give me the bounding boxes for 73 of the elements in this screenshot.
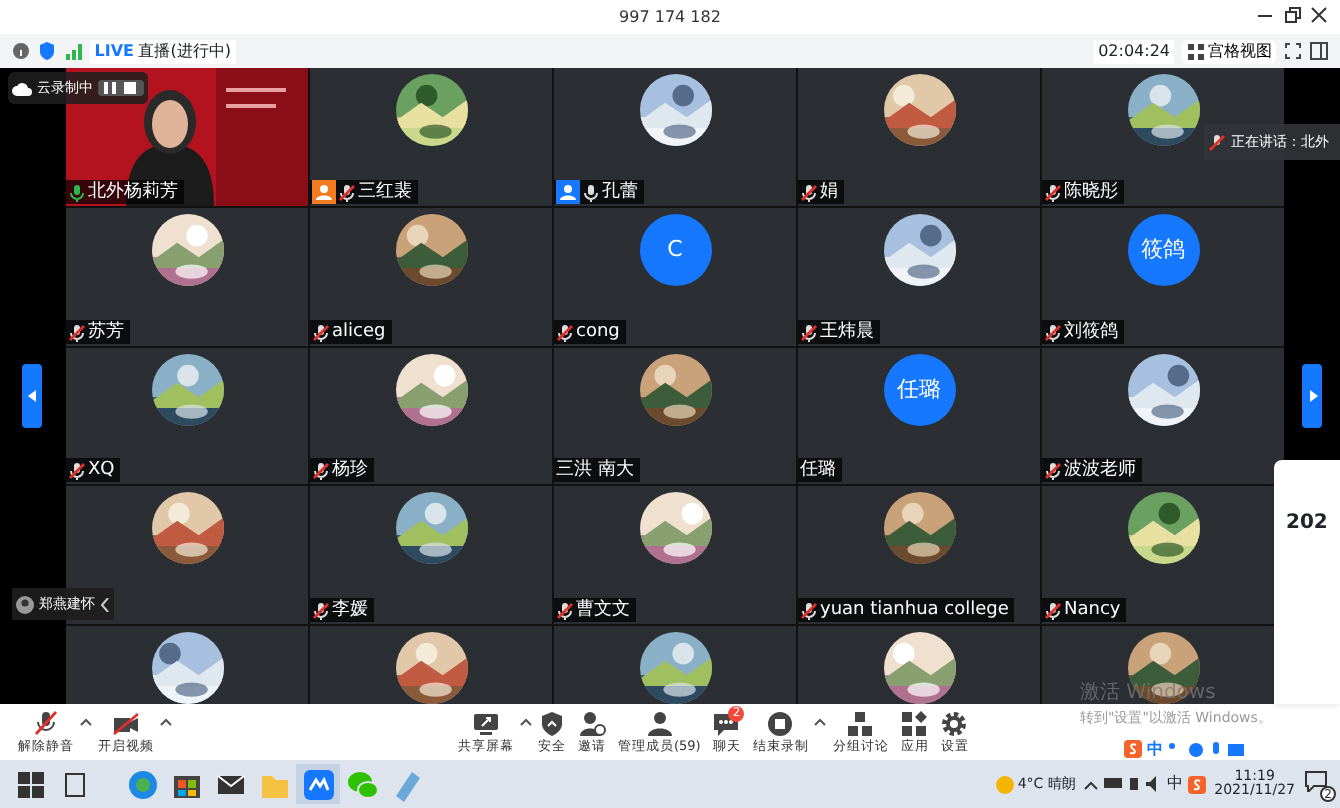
chevron-up-icon[interactable]: [1084, 779, 1099, 789]
emoji-icon[interactable]: [1187, 741, 1204, 757]
restore-icon[interactable]: [1283, 6, 1301, 24]
expand-button[interactable]: [99, 597, 110, 611]
participant-name: 陈晓彤: [1064, 180, 1118, 204]
caret-icon[interactable]: [520, 718, 532, 726]
chevron-left-icon: [99, 597, 110, 611]
mic-icon[interactable]: [1208, 741, 1224, 757]
participant-name: 苏芳: [88, 320, 124, 344]
sogou-icon[interactable]: [1124, 740, 1142, 758]
ime-indicator[interactable]: 中: [1166, 772, 1183, 796]
caret-icon[interactable]: [160, 718, 172, 726]
shield-icon[interactable]: [38, 42, 56, 60]
cloud-icon: [12, 80, 33, 96]
record-stop-icon: [766, 710, 795, 738]
chevron-right-icon: [1307, 390, 1317, 402]
mic-muted-icon: [1208, 133, 1227, 151]
participant-name: 王炜晨: [820, 320, 874, 344]
pause-icon[interactable]: [102, 80, 118, 96]
meeting-app-icon[interactable]: [299, 765, 337, 803]
window-title: 997 174 182: [619, 5, 721, 29]
caret-icon[interactable]: [80, 718, 92, 726]
caret-icon[interactable]: [814, 718, 827, 726]
participant-name: yuan tianhua college: [820, 598, 1009, 622]
participant-name: aliceg: [332, 320, 386, 344]
meeting-timer: 02:04:24: [1093, 39, 1175, 63]
participant-name: 曹文文: [576, 598, 630, 622]
next-page-button[interactable]: [1302, 364, 1322, 428]
avatar-initials: C: [639, 214, 711, 286]
breakout-rooms-icon: [846, 710, 875, 738]
avatar-initials: 任璐: [883, 354, 955, 426]
sogou-icon[interactable]: [1187, 775, 1206, 793]
info-icon[interactable]: [12, 42, 30, 60]
live-label: LIVE: [94, 39, 134, 63]
participant-name: cong: [576, 320, 620, 344]
signal-icon: [64, 42, 82, 60]
people-icon: [645, 710, 674, 738]
live-status-text: 直播(进行中): [138, 39, 231, 63]
side-panel-icon[interactable]: [1310, 42, 1328, 60]
close-icon[interactable]: [1310, 6, 1328, 24]
avatar-icon: [16, 595, 35, 613]
participant-name: 三洪 南大: [556, 458, 634, 482]
ime-mode[interactable]: 中: [1146, 737, 1163, 761]
keyboard-icon[interactable]: [1228, 741, 1245, 757]
previous-page-button[interactable]: [22, 364, 42, 428]
dialog-title: 202: [1286, 510, 1330, 538]
participant-name: Nancy: [1064, 598, 1121, 622]
participant-name: 孔蕾: [602, 180, 638, 204]
participant-name: XQ: [88, 458, 115, 482]
participant-name: 娟: [820, 180, 838, 204]
apps-icon: [900, 710, 929, 738]
participant-name: 刘筱鸽: [1064, 320, 1118, 344]
participant-name: 北外杨莉芳: [88, 180, 178, 204]
chevron-left-icon: [27, 390, 37, 402]
screen-share-icon: [472, 710, 500, 738]
camera-muted-icon: [112, 710, 140, 738]
activation-watermark: 激活 Windows: [1080, 680, 1216, 708]
person-add-icon: [578, 710, 606, 738]
notification-icon: [1304, 770, 1328, 793]
view-button[interactable]: 宫格视图: [1182, 39, 1276, 63]
participant-name: 三红裴: [358, 180, 412, 204]
avatar-initials: 筱鸽: [1127, 214, 1199, 286]
shield-icon: [538, 710, 566, 738]
settings-icon: [940, 710, 969, 738]
participant-name: 杨珍: [332, 458, 368, 482]
stop-icon[interactable]: [122, 80, 139, 96]
participant-name: 任璐: [800, 458, 836, 482]
fullscreen-icon[interactable]: [1284, 42, 1302, 60]
device-icon[interactable]: [1103, 777, 1122, 791]
mic-muted-icon: [32, 710, 60, 738]
participant-name: 波波老师: [1064, 458, 1136, 482]
grid-icon: [1187, 43, 1203, 59]
participant-name: 李媛: [332, 598, 368, 622]
